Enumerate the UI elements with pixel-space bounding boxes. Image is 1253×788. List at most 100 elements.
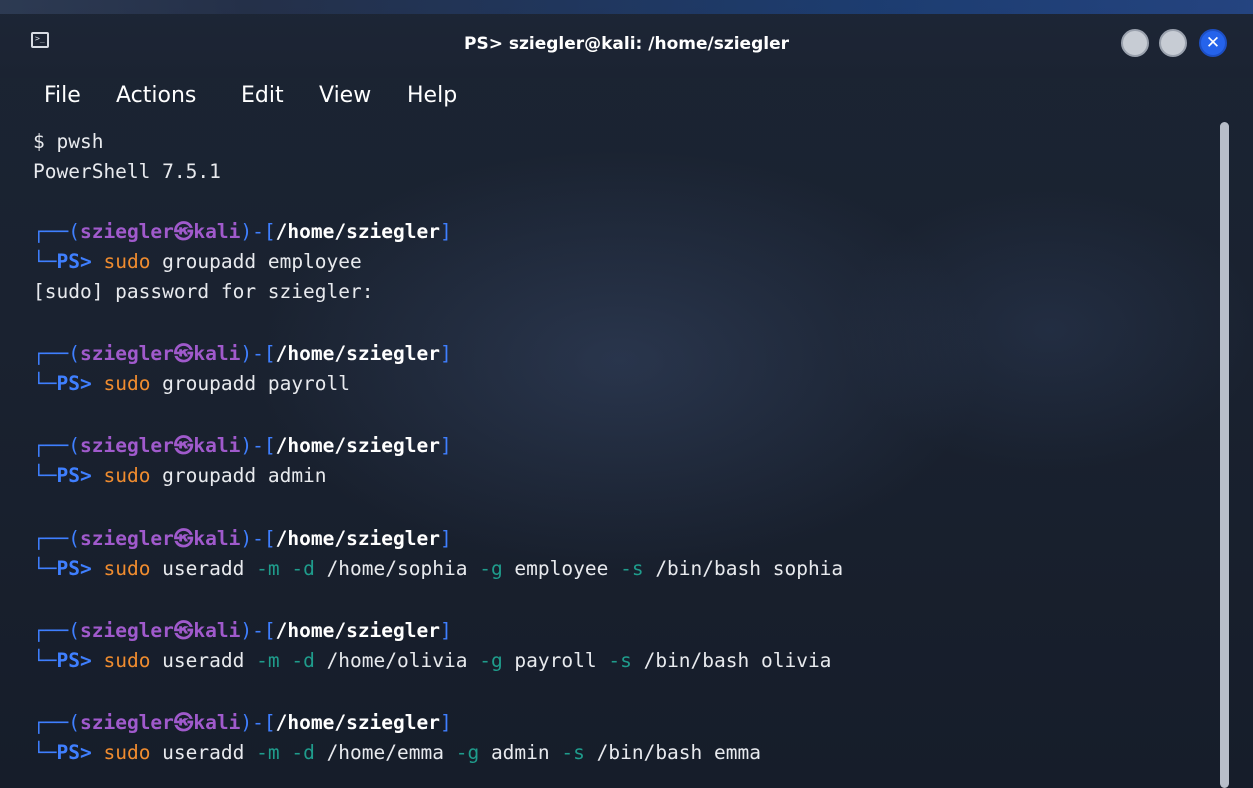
prompt-at-symbol: ㉿ <box>173 527 194 550</box>
command-flag: -d <box>291 557 315 580</box>
prompt-corner-top: ┌── <box>33 619 69 642</box>
terminal-window: >_ PS> sziegler@kali: /home/sziegler ✕ F… <box>0 0 1253 788</box>
title-bar[interactable]: >_ PS> sziegler@kali: /home/sziegler ✕ <box>0 0 1253 78</box>
prompt-paren: ( <box>68 619 80 642</box>
menu-view[interactable]: View <box>319 78 371 118</box>
prompt-bracket: [ <box>263 619 276 642</box>
command-text: /bin/bash sophia <box>643 557 844 580</box>
command-text: groupadd payroll <box>150 372 351 395</box>
prompt-at-symbol: ㉿ <box>173 220 194 243</box>
prompt-user: sziegler <box>79 527 174 550</box>
sudo-keyword: sudo <box>103 464 151 487</box>
prompt-bracket: ] <box>440 220 452 243</box>
prompt-cwd: /home/sziegler <box>275 711 441 734</box>
prompt-at-symbol: ㉿ <box>173 619 194 642</box>
prompt-corner-top: ┌── <box>33 220 69 243</box>
prompt-corner-top: ┌── <box>33 527 69 550</box>
close-button[interactable]: ✕ <box>1199 29 1227 57</box>
prompt-host: kali <box>193 711 241 734</box>
prompt-paren: ( <box>68 342 80 365</box>
command-text: groupadd employee <box>150 250 362 273</box>
command-flag: -s <box>608 649 632 672</box>
prompt-dash: - <box>252 527 264 550</box>
terminal-output[interactable]: $ pwsh PowerShell 7.5.1 ┌──(sziegler㉿kal… <box>0 118 1220 788</box>
minimize-button[interactable] <box>1121 29 1149 57</box>
window-title: PS> sziegler@kali: /home/sziegler <box>463 34 790 54</box>
prompt-corner-bottom: └─ <box>33 741 57 764</box>
prompt-host: kali <box>193 527 241 550</box>
prompt-dash: - <box>252 619 264 642</box>
prompt-host: kali <box>193 434 241 457</box>
ps-prompt: PS> <box>56 464 92 487</box>
command-text: /home/emma <box>314 741 456 764</box>
command-text: groupadd admin <box>150 464 327 487</box>
terminal-line-shell: $ pwsh <box>33 130 104 153</box>
menu-file[interactable]: File <box>44 78 81 118</box>
scrollbar-thumb[interactable] <box>1220 122 1229 788</box>
command-text: admin <box>479 741 562 764</box>
command-flag: -d <box>291 741 315 764</box>
prompt-user: sziegler <box>79 711 174 734</box>
prompt-corner-bottom: └─ <box>33 557 57 580</box>
prompt-dash: - <box>252 434 264 457</box>
prompt-bracket: [ <box>263 434 276 457</box>
prompt-bracket: ] <box>440 527 452 550</box>
prompt-cwd: /home/sziegler <box>275 619 441 642</box>
command-flag: -g <box>455 741 480 764</box>
prompt-user: sziegler <box>79 619 174 642</box>
prompt-paren: ( <box>68 711 80 734</box>
ps-prompt: PS> <box>56 741 92 764</box>
menu-edit[interactable]: Edit <box>241 78 284 118</box>
prompt-user: sziegler <box>79 434 174 457</box>
command-flag: -g <box>479 557 503 580</box>
command-text: employee <box>502 557 621 580</box>
command-line: └─PS> sudo useradd -m -d /home/emma -g a… <box>33 738 761 768</box>
prompt-paren: ) <box>240 342 253 365</box>
prompt-corner-bottom: └─ <box>33 464 57 487</box>
prompt-at-symbol: ㉿ <box>173 711 194 734</box>
command-text <box>280 557 292 580</box>
prompt-paren: ) <box>240 220 253 243</box>
maximize-button[interactable] <box>1159 29 1187 57</box>
command-output: [sudo] password for sziegler: <box>33 280 374 303</box>
prompt-host: kali <box>193 342 241 365</box>
command-text: /home/sophia <box>314 557 480 580</box>
prompt-cwd: /home/sziegler <box>275 434 441 457</box>
prompt-paren: ) <box>240 434 253 457</box>
command-flag: -g <box>479 649 503 672</box>
menu-help[interactable]: Help <box>407 78 457 118</box>
prompt-paren: ) <box>240 619 253 642</box>
prompt-line: ┌──(sziegler㉿kali)-[/home/sziegler] <box>33 339 452 369</box>
prompt-at-symbol: ㉿ <box>173 342 194 365</box>
prompt-paren: ( <box>68 527 80 550</box>
prompt-cwd: /home/sziegler <box>275 220 441 243</box>
prompt-bracket: [ <box>263 527 276 550</box>
prompt-dash: - <box>252 342 264 365</box>
command-line: └─PS> sudo useradd -m -d /home/sophia -g… <box>33 554 843 584</box>
prompt-corner-top: ┌── <box>33 711 69 734</box>
command-text: useradd <box>150 649 257 672</box>
prompt-cwd: /home/sziegler <box>275 342 441 365</box>
command-flag: -m <box>256 557 280 580</box>
prompt-dash: - <box>252 711 264 734</box>
prompt-at-symbol: ㉿ <box>173 434 194 457</box>
sudo-keyword: sudo <box>103 372 151 395</box>
prompt-line: ┌──(sziegler㉿kali)-[/home/sziegler] <box>33 431 452 461</box>
prompt-user: sziegler <box>79 342 174 365</box>
menu-actions[interactable]: Actions <box>116 78 196 118</box>
prompt-host: kali <box>193 619 241 642</box>
prompt-dash: - <box>252 220 264 243</box>
command-text: useradd <box>150 741 257 764</box>
prompt-paren: ) <box>240 527 253 550</box>
menu-bar: File Actions Edit View Help <box>0 78 1253 118</box>
command-text: useradd <box>150 557 257 580</box>
ps-prompt: PS> <box>56 557 92 580</box>
prompt-corner-bottom: └─ <box>33 250 57 273</box>
prompt-host: kali <box>193 220 241 243</box>
command-flag: -m <box>256 741 280 764</box>
prompt-line: ┌──(sziegler㉿kali)-[/home/sziegler] <box>33 217 452 247</box>
prompt-bracket: [ <box>263 342 276 365</box>
prompt-bracket: ] <box>440 434 452 457</box>
prompt-corner-top: ┌── <box>33 434 69 457</box>
command-line: └─PS> sudo groupadd payroll <box>33 369 350 399</box>
